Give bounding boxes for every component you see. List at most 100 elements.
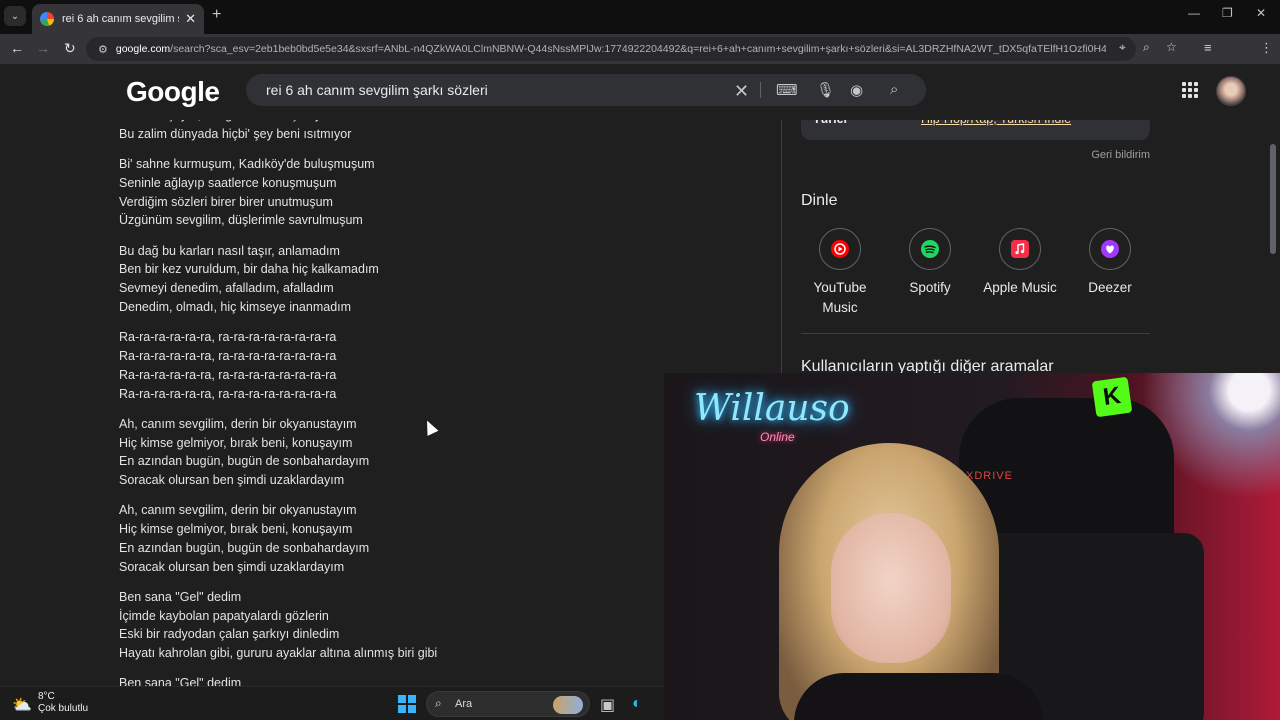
windows-taskbar: ⛅ 8°C Çok bulutlu ⌕ Ara ▣ ◐ — [0, 686, 664, 720]
page-scrollbar[interactable] — [1270, 144, 1276, 254]
lyrics-line: Ah, canım sevgilim, derin bir okyanustay… — [119, 503, 357, 518]
lyrics-line: Eski bir radyodan çalan şarkıyı dinledim — [119, 627, 340, 642]
lyrics-stanza: Ben sana "Gel" dedim İçimde kaybolan papa… — [119, 588, 739, 663]
neon-sign-sub: Online — [760, 430, 795, 444]
lyrics-line: Ra-ra-ra-ra-ra-ra, ra-ra-ra-ra-ra-ra-ra-… — [119, 348, 337, 363]
microphone-icon[interactable]: 🎙 — [816, 81, 835, 99]
lyrics-stanza: Ben sana "Gel" dedim — [119, 674, 739, 686]
browser-toolbar: ← → ↻ ⚙ google.com/search?sca_esv=2eb1be… — [0, 34, 1280, 90]
taskbar-search-label: Ara — [455, 698, 473, 710]
section-divider — [801, 333, 1150, 334]
neon-sign: Willauso — [694, 388, 850, 429]
taskbar-search-icon: ⌕ — [435, 696, 442, 710]
column-divider — [781, 104, 782, 404]
menu-kebab-icon[interactable]: ⋮ — [1260, 40, 1273, 56]
lyrics-line: Denedim, olmadı, hiç kimseye inanmadım — [119, 299, 352, 314]
service-youtube-music[interactable]: YouTube Music — [790, 228, 890, 318]
search-icon[interactable]: ⌕ — [890, 81, 898, 98]
lyrics-line: Ben sana "Gel" dedim — [119, 676, 242, 686]
service-label: Deezer — [1088, 280, 1132, 295]
service-label: Apple Music — [983, 280, 1057, 295]
deezer-icon — [1089, 228, 1131, 270]
back-icon[interactable]: ← — [10, 40, 24, 56]
lyrics-line: Ra-ra-ra-ra-ra-ra, ra-ra-ra-ra-ra-ra-ra-… — [119, 367, 337, 382]
temperature-text: 8°C — [38, 691, 55, 702]
google-logo[interactable]: Google — [126, 76, 220, 108]
account-avatar[interactable] — [1216, 76, 1246, 106]
spotify-icon — [909, 228, 951, 270]
lyrics-line: Ra-ra-ra-ra-ra-ra, ra-ra-ra-ra-ra-ra-ra-… — [119, 330, 337, 345]
google-favicon-icon — [40, 12, 54, 26]
windows-start-icon[interactable] — [398, 695, 416, 713]
service-label: Spotify — [909, 280, 951, 295]
service-apple-music[interactable]: Apple Music — [970, 228, 1070, 298]
listen-heading: Dinle — [801, 192, 838, 209]
site-info-icon[interactable]: ⚙ — [98, 43, 108, 56]
google-apps-icon[interactable] — [1182, 82, 1198, 98]
media-control-icon[interactable]: ≡ — [1204, 40, 1212, 55]
lyrics-line: Seninle ağlayıp saatlerce konuşmuşum — [119, 175, 337, 190]
zoom-icon[interactable]: ⌕ — [1143, 40, 1150, 55]
lyrics-line: Hiç kimse gelmiyor, bırak beni, konuşayı… — [119, 522, 353, 537]
minimize-icon[interactable]: — — [1188, 6, 1200, 20]
search-highlight-image — [553, 696, 583, 714]
location-icon[interactable]: ⌖ — [1119, 40, 1126, 55]
task-view-icon[interactable]: ▣ — [600, 695, 615, 715]
lyrics-line: İçimde kaybolan papatyalardı gözlerin — [119, 608, 329, 623]
tab-title: rei 6 ah canım sevgilim şarkı sö — [62, 13, 179, 25]
chair-brand-text: XDRIVE — [966, 470, 1013, 482]
edge-browser-icon[interactable]: ◐ — [632, 695, 642, 713]
tab-search-button[interactable]: ⌄ — [4, 6, 26, 26]
url-path: /search?sca_esv=2eb1beb0bd5e5e34&sxsrf=A… — [170, 43, 1106, 55]
lyrics-line: Bi' sahne kurmuşum, Kadıköy'de buluşmuşu… — [119, 156, 375, 171]
lyrics-line: Üzgünüm sevgilim, düşlerimle savrulmuşum — [119, 213, 363, 228]
webcam-overlay: XDRIVE Willauso Online K — [664, 373, 1280, 720]
active-tab[interactable]: rei 6 ah canım sevgilim şarkı sö ✕ — [32, 4, 204, 34]
lyrics-stanza: Bi' sahne kurmuşum, Kadıköy'de buluşmuşu… — [119, 155, 739, 230]
keyboard-icon[interactable]: ⌨ — [776, 81, 798, 99]
lyrics-stanza: Bu dağ bu karları nasıl taşır, anlamadım… — [119, 242, 739, 317]
lyrics-line: Soracak olursan ben şimdi uzaklardayım — [119, 473, 345, 488]
lyrics-block: Ellerim üşüyor, fotoğraflar konuşmuyorBu… — [119, 106, 739, 686]
restore-icon[interactable]: ❐ — [1222, 6, 1233, 20]
apple-music-icon — [999, 228, 1041, 270]
reload-icon[interactable]: ↻ — [64, 40, 76, 57]
tab-close-icon[interactable]: ✕ — [185, 11, 196, 27]
service-deezer[interactable]: Deezer — [1060, 228, 1160, 298]
weather-widget[interactable]: 8°C Çok bulutlu — [38, 691, 88, 715]
service-label: YouTube Music — [790, 278, 890, 318]
url-text[interactable]: google.com/search?sca_esv=2eb1beb0bd5e5e… — [116, 43, 1106, 55]
taskbar-search[interactable]: ⌕ Ara — [426, 691, 590, 717]
clear-icon[interactable]: ✕ — [734, 81, 749, 102]
lyrics-line: Sevmeyi denedim, afalladım, afalladım — [119, 281, 334, 296]
address-bar[interactable]: ⚙ google.com/search?sca_esv=2eb1beb0bd5e… — [86, 37, 1136, 61]
search-input[interactable]: rei 6 ah canım sevgilim şarkı sözleri — [266, 82, 488, 98]
service-spotify[interactable]: Spotify — [880, 228, 980, 298]
feedback-link[interactable]: Geri bildirim — [1091, 149, 1150, 161]
search-divider — [760, 82, 761, 98]
search-box[interactable]: rei 6 ah canım sevgilim şarkı sözleri ✕ … — [246, 74, 926, 106]
youtube-music-icon — [819, 228, 861, 270]
weather-text: Çok bulutlu — [38, 703, 89, 714]
close-window-icon[interactable]: ✕ — [1256, 6, 1266, 20]
lyrics-line: Verdiğim sözleri birer birer unutmuşum — [119, 194, 333, 209]
lens-camera-icon[interactable]: ◉ — [850, 81, 863, 99]
lyrics-line: Ben sana "Gel" dedim — [119, 589, 242, 604]
lyrics-line: Hayatı kahrolan gibi, gururu ayaklar alt… — [119, 646, 438, 661]
google-header: Google rei 6 ah canım sevgilim şarkı söz… — [0, 64, 1268, 120]
new-tab-button[interactable]: + — [212, 6, 221, 24]
weather-cloud-icon[interactable]: ⛅ — [12, 695, 32, 715]
service-label-line1: YouTube — [813, 280, 867, 295]
forward-icon[interactable]: → — [36, 40, 50, 56]
lyrics-line: Bu dağ bu karları nasıl taşır, anlamadım — [119, 243, 340, 258]
lyrics-line: En azından bugün, bugün de sonbahardayım — [119, 454, 370, 469]
lyrics-line: Ra-ra-ra-ra-ra-ra, ra-ra-ra-ra-ra-ra-ra-… — [119, 386, 337, 401]
bookmark-star-icon[interactable]: ☆ — [1166, 40, 1177, 54]
service-label-line2: Music — [822, 300, 858, 315]
lyrics-stanza: Ra-ra-ra-ra-ra-ra, ra-ra-ra-ra-ra-ra-ra-… — [119, 328, 739, 403]
streamer-face — [831, 513, 951, 663]
lyrics-line: Soracak olursan ben şimdi uzaklardayım — [119, 559, 345, 574]
url-domain: google.com — [115, 43, 171, 55]
streamer-body — [794, 673, 1044, 720]
lyrics-stanza: Ah, canım sevgilim, derin bir okyanustay… — [119, 501, 739, 576]
